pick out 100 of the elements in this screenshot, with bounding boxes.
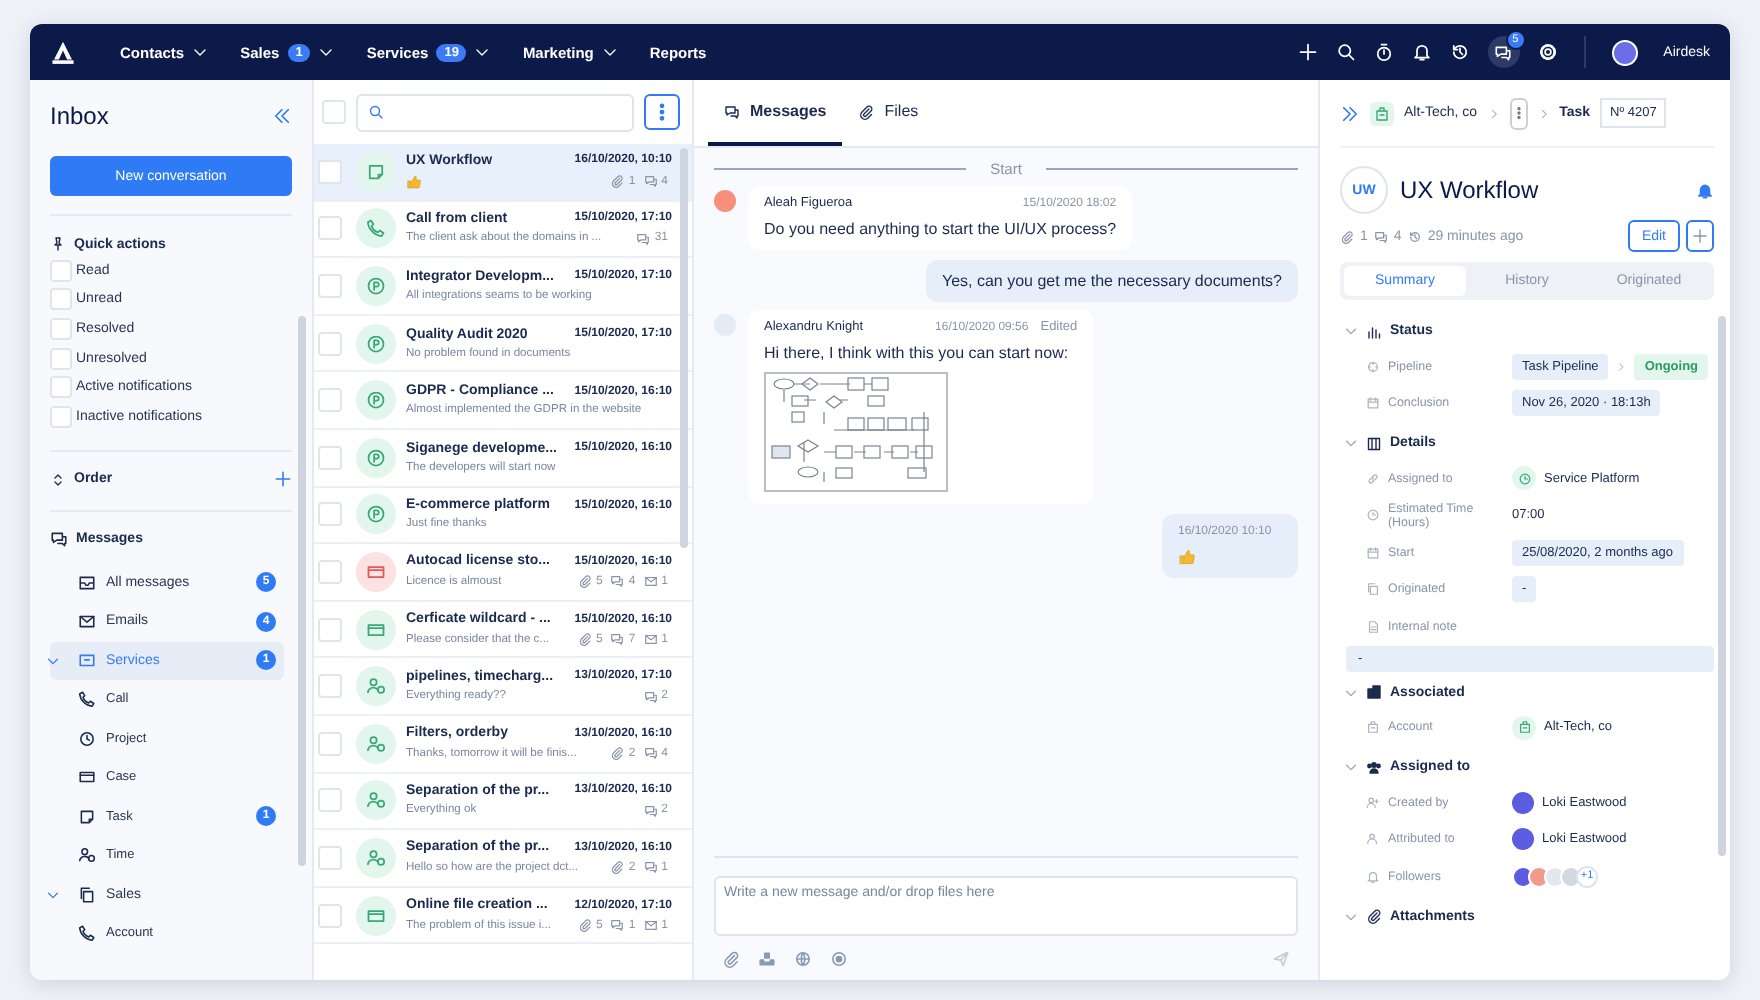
building-icon: [1370, 101, 1394, 125]
chevron-right-icon: [1616, 361, 1627, 372]
scrollbar[interactable]: [298, 316, 306, 866]
link-icon: [1366, 471, 1380, 486]
add-button[interactable]: [1686, 220, 1714, 252]
phone-icon: [78, 690, 96, 709]
bell-icon: [1366, 869, 1380, 884]
comments-icon: [610, 574, 625, 589]
history-icon[interactable]: [1449, 42, 1470, 62]
settings-icon[interactable]: [1537, 42, 1558, 62]
comments-icon: [636, 231, 651, 246]
chat-icon: [724, 103, 740, 119]
chevron-icon[interactable]: [46, 887, 60, 902]
paperclip-icon: [1366, 908, 1382, 924]
record-title: UX Workflow: [1400, 176, 1541, 204]
chevron-icon[interactable]: [1344, 760, 1358, 774]
people-icon: [1366, 759, 1382, 775]
checkbox[interactable]: [318, 388, 342, 413]
paperclip-icon: [610, 860, 625, 875]
tab[interactable]: Messages: [708, 80, 843, 146]
record-icon[interactable]: [830, 950, 848, 968]
history-icon: [1407, 229, 1422, 243]
paperclip-icon: [577, 918, 592, 933]
building-icon: [1366, 720, 1380, 735]
user-plus-icon: [1366, 795, 1380, 810]
search-field[interactable]: [356, 93, 634, 131]
chevron-icon[interactable]: [1344, 324, 1358, 338]
checkbox[interactable]: [50, 405, 72, 428]
checkbox[interactable]: [318, 502, 342, 527]
checkbox[interactable]: [50, 317, 72, 340]
checkbox[interactable]: [318, 331, 342, 356]
note-icon: [78, 807, 96, 826]
paperclip-icon[interactable]: [722, 950, 740, 968]
flowchart-drawing[interactable]: [764, 372, 948, 492]
checkbox[interactable]: [318, 731, 342, 756]
checkbox[interactable]: [318, 159, 342, 184]
paperclip-icon: [1340, 229, 1354, 243]
checkbox[interactable]: [318, 788, 342, 813]
checkbox[interactable]: [318, 216, 342, 241]
chat-icon: [1494, 43, 1513, 61]
checkbox[interactable]: [318, 674, 342, 699]
pin-icon: [50, 236, 66, 252]
chevron-icon[interactable]: [1344, 909, 1358, 923]
tab[interactable]: Files: [842, 80, 935, 146]
comments-icon: [643, 689, 658, 704]
scrollbar[interactable]: [1718, 316, 1726, 856]
clock-icon: [78, 729, 96, 748]
paperclip-icon: [610, 174, 625, 189]
send-icon[interactable]: [1272, 950, 1290, 968]
paperclip-icon: [577, 632, 592, 647]
ring-icon: [1366, 359, 1380, 374]
stopwatch-icon[interactable]: [1373, 42, 1394, 62]
chevron-icon[interactable]: [1344, 685, 1358, 699]
paperclip-icon: [858, 103, 875, 119]
comments-icon: [643, 746, 658, 761]
columns-icon: [1366, 435, 1382, 451]
scrollbar[interactable]: [680, 148, 688, 548]
checkbox[interactable]: [318, 445, 342, 470]
checkbox[interactable]: [50, 376, 72, 399]
chevron-icon[interactable]: [46, 653, 60, 668]
logo-icon[interactable]: [50, 39, 76, 65]
comments-icon: [610, 632, 625, 647]
comments-icon: [610, 918, 625, 933]
expand-icon[interactable]: [1340, 103, 1360, 123]
chevron-right-icon: [1537, 107, 1550, 119]
comments-icon: [643, 803, 658, 818]
message-text: Hi there, I think with this you can start now:: [764, 344, 1071, 362]
search-icon: [368, 104, 384, 120]
search-icon[interactable]: [1335, 42, 1356, 62]
checkbox[interactable]: [318, 559, 342, 584]
building-icon: [1512, 715, 1536, 740]
collapse-icon[interactable]: [272, 106, 292, 126]
inbox-icon[interactable]: [758, 950, 776, 968]
checkbox[interactable]: [50, 288, 72, 311]
checkbox[interactable]: [318, 845, 342, 870]
buildings-icon: [1366, 684, 1382, 700]
comments-icon: [643, 860, 658, 875]
message-text: Do you need anything to start the UI/UX process?: [764, 220, 1117, 238]
checkbox[interactable]: [318, 273, 342, 298]
more-button[interactable]: [644, 94, 680, 130]
checkbox[interactable]: [318, 903, 342, 928]
user-icon: [1366, 832, 1380, 847]
envelope-icon: [643, 918, 658, 933]
checkbox[interactable]: [50, 347, 72, 370]
paperclip-icon: [610, 746, 625, 761]
message-text: Yes, can you get me the necessary documents?: [941, 272, 1282, 290]
globe-icon[interactable]: [794, 950, 812, 968]
screen-icon: [78, 651, 96, 670]
clock-icon: [1366, 508, 1380, 523]
checkbox[interactable]: [50, 259, 72, 282]
chevron-icon[interactable]: [1344, 436, 1358, 450]
calendar-icon: [1366, 545, 1380, 560]
checkbox[interactable]: [318, 617, 342, 642]
plus-icon: [1692, 228, 1708, 244]
ticket-icon: [78, 768, 96, 787]
sort-icon: [50, 471, 66, 488]
envelope-icon: [78, 612, 96, 631]
envelope-icon: [643, 632, 658, 647]
user-avatar[interactable]: [1611, 39, 1638, 65]
checkbox[interactable]: [322, 100, 346, 124]
